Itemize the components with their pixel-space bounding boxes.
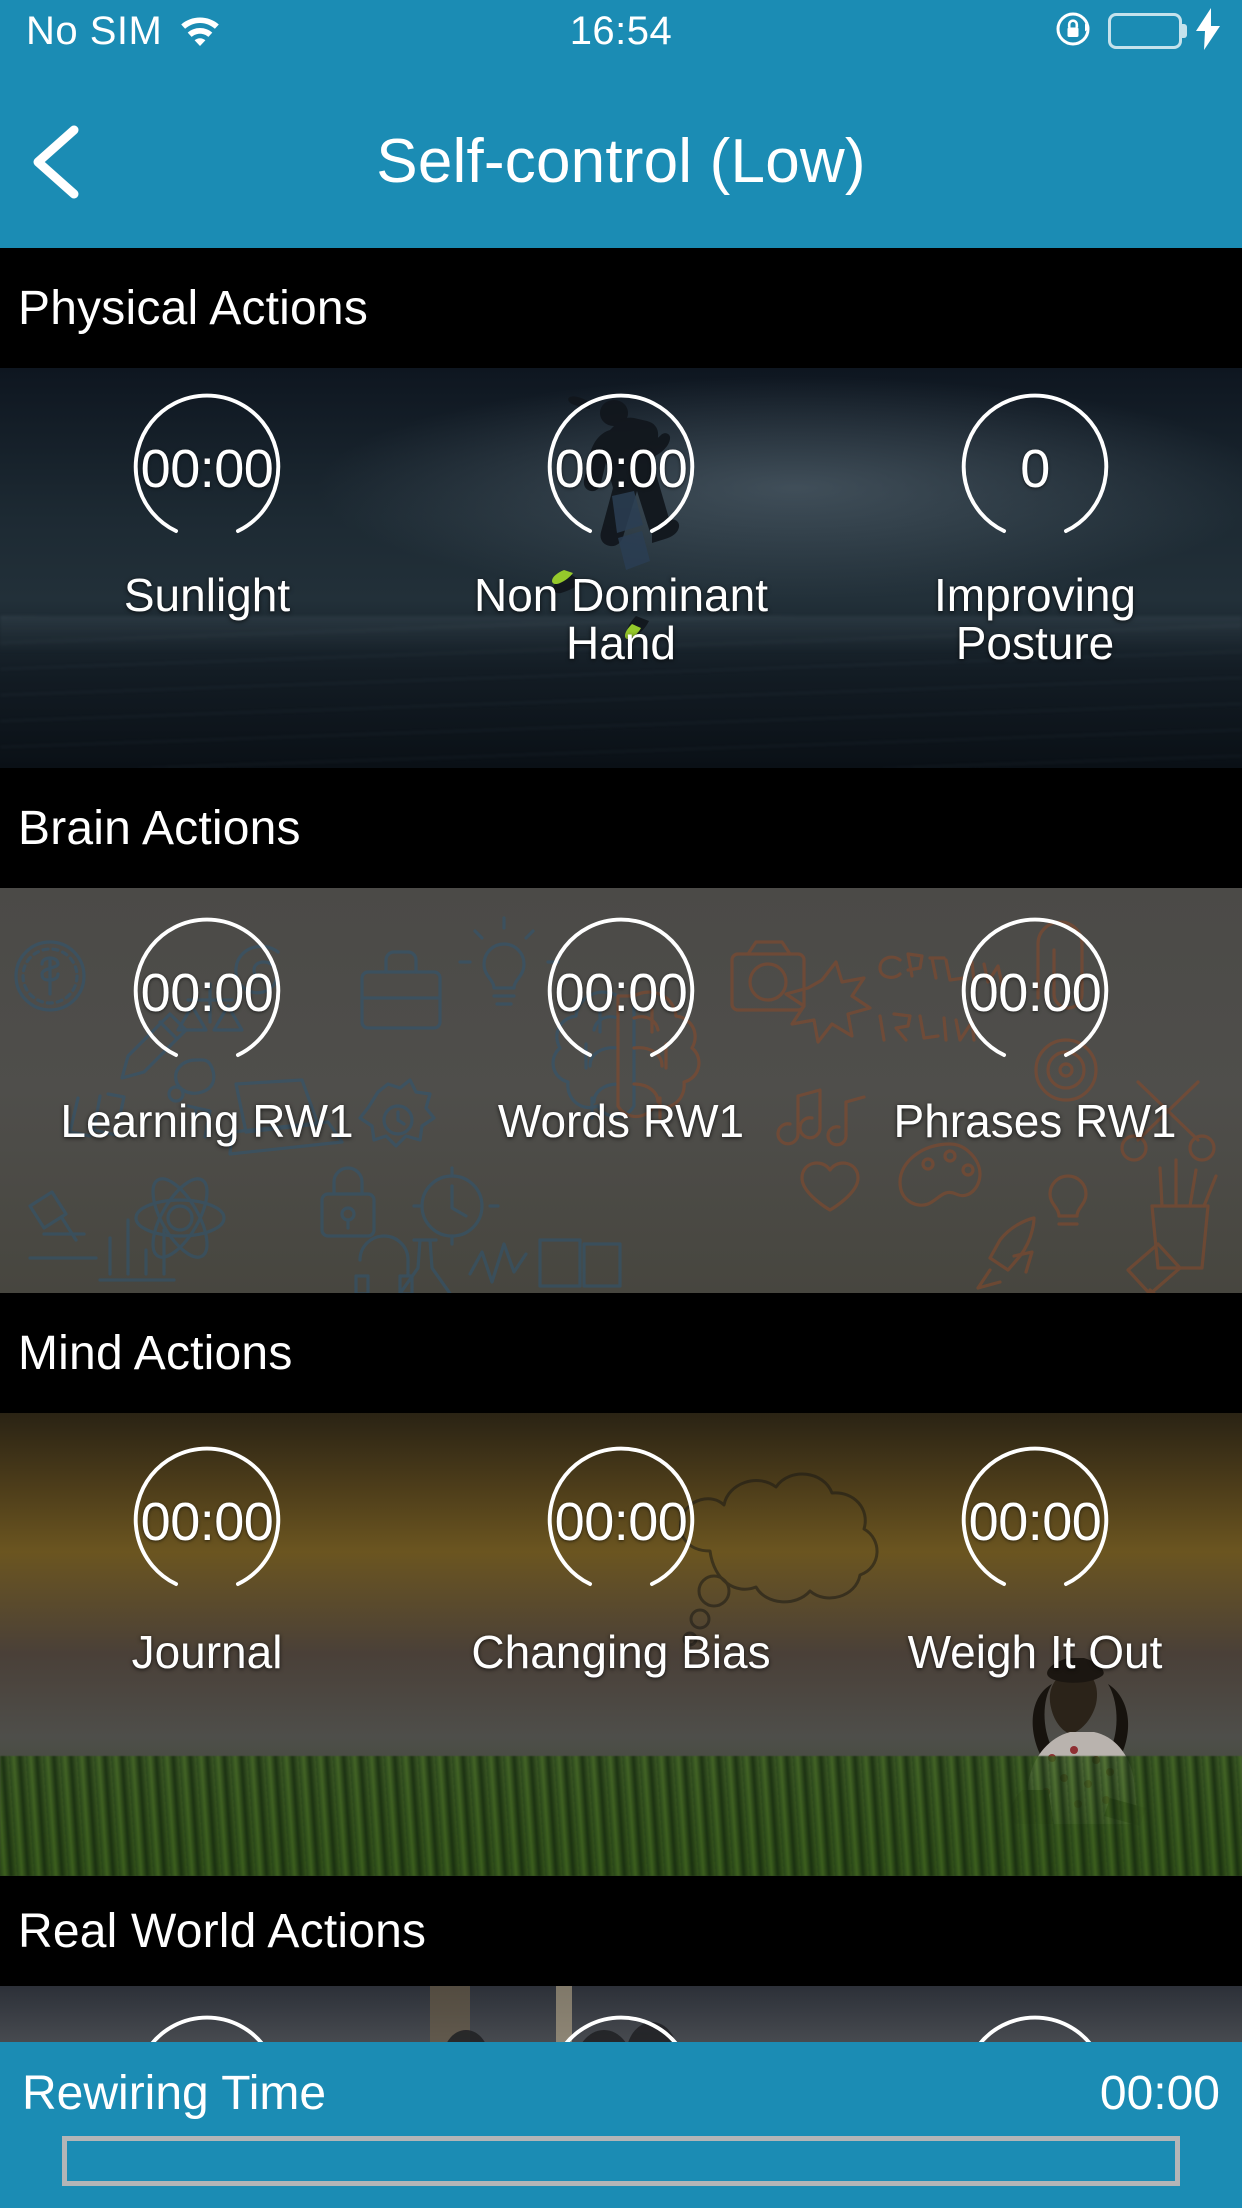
action-label: Improving Posture [934,569,1136,669]
status-bar-right [1052,7,1222,56]
timer-value: 00:00 [140,1492,274,1552]
timer-value: 00:00 [968,1492,1102,1552]
status-bar: No SIM 16:54 [0,0,1242,62]
action-item-changing-bias[interactable]: 00:00 Changing Bias [414,1441,828,1677]
progress-ring: 00:00 [126,912,288,1074]
timer-value: 00:00 [554,963,688,1023]
action-label: Non Dominant Hand [473,569,769,669]
timer-value: 00:00 [968,963,1102,1023]
progress-ring: 0 [954,388,1116,550]
action-item-non-dominant-hand[interactable]: 00:00 Non Dominant Hand [414,388,828,668]
rotation-lock-icon [1052,7,1096,56]
section-title: Real World Actions [18,1904,427,1958]
timer-value: 00:00 [554,1492,688,1552]
action-item-weigh-it-out[interactable]: 00:00 Weigh It Out [828,1441,1242,1677]
section-title: Brain Actions [18,801,301,855]
action-items-physical: 00:00 Sunlight 00:00 Non Dominant Hand 0… [0,368,1242,768]
action-item-words-rw1[interactable]: 00:00 Words RW1 [414,912,828,1146]
action-item-journal[interactable]: 00:00 Journal [0,1441,414,1677]
action-row-physical-actions: 00:00 Sunlight 00:00 Non Dominant Hand 0… [0,368,1242,768]
action-label: Weigh It Out [907,1626,1163,1678]
rewiring-time-value: 00:00 [1099,2067,1220,2120]
section-header-physical-actions: Physical Actions [0,248,1242,368]
action-label: Sunlight [123,569,291,621]
section-header-real-world-actions: Real World Actions [0,1876,1242,1986]
action-item-improving-posture[interactable]: 0 Improving Posture [828,388,1242,668]
timer-value: 00:00 [140,963,274,1023]
action-row-brain-actions: 00:00 Learning RW1 00:00 Words RW1 00:00… [0,888,1242,1293]
section-header-brain-actions: Brain Actions [0,768,1242,888]
section-title: Physical Actions [18,281,369,335]
progress-ring: 00:00 [954,1441,1116,1603]
action-items-brain: 00:00 Learning RW1 00:00 Words RW1 00:00… [0,888,1242,1293]
timer-value: 00:00 [140,439,274,499]
progress-ring: 00:00 [540,912,702,1074]
action-item-learning-rw1[interactable]: 00:00 Learning RW1 [0,912,414,1146]
app-screen: No SIM 16:54 Self-control (Low) Physical… [0,0,1242,2208]
navigation-bar: Self-control (Low) [0,62,1242,248]
action-item-phrases-rw1[interactable]: 00:00 Phrases RW1 [828,912,1242,1146]
rewiring-time-label: Rewiring Time [22,2067,327,2120]
action-label: Changing Bias [471,1626,771,1678]
counter-value: 0 [1020,439,1050,499]
progress-ring: 00:00 [126,1441,288,1603]
back-button[interactable] [22,122,92,202]
battery-full-icon [1108,13,1187,49]
section-title: Mind Actions [18,1326,293,1380]
action-label: Words RW1 [497,1095,745,1147]
progress-ring: 00:00 [540,1441,702,1603]
page-title: Self-control (Low) [376,127,866,196]
progress-ring: 00:00 [954,912,1116,1074]
progress-ring: 00:00 [540,388,702,550]
action-items-mind: 00:00 Journal 00:00 Changing Bias 00:00 … [0,1413,1242,1876]
progress-ring: 00:00 [126,388,288,550]
action-item-sunlight[interactable]: 00:00 Sunlight [0,388,414,620]
rewiring-time-row: Rewiring Time 00:00 [0,2066,1242,2121]
action-label: Journal [131,1626,283,1678]
chevron-left-icon [33,125,79,199]
action-row-mind-actions: 00:00 Journal 00:00 Changing Bias 00:00 … [0,1413,1242,1876]
action-label: Learning RW1 [60,1095,354,1147]
rewiring-progress-bar[interactable] [62,2136,1180,2186]
timer-value: 00:00 [554,439,688,499]
section-header-mind-actions: Mind Actions [0,1293,1242,1413]
rewiring-time-bar: Rewiring Time 00:00 [0,2042,1242,2208]
lightning-bolt-icon [1194,7,1222,55]
action-label: Phrases RW1 [893,1095,1177,1147]
